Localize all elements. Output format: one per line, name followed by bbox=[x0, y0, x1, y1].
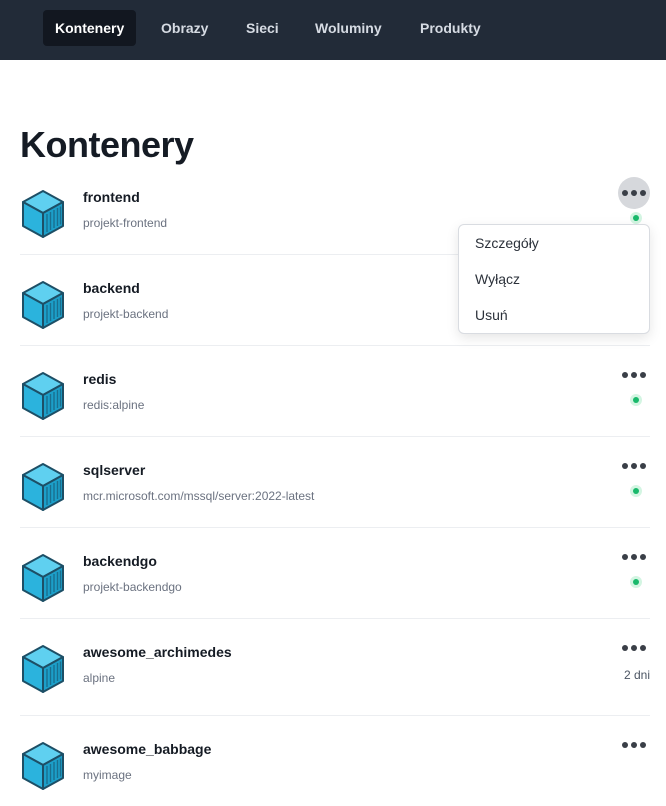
container-icon bbox=[20, 644, 66, 694]
menu-item-details[interactable]: Szczegóły bbox=[459, 225, 649, 261]
container-image: alpine bbox=[83, 671, 116, 685]
container-image: projekt-backend bbox=[83, 307, 169, 321]
page-title: Kontenery bbox=[20, 124, 194, 165]
container-icon bbox=[20, 280, 66, 330]
more-dots-icon[interactable] bbox=[618, 541, 650, 573]
container-icon bbox=[20, 371, 66, 421]
container-name[interactable]: sqlserver bbox=[83, 462, 145, 478]
container-row[interactable]: redis redis:alpine bbox=[20, 371, 650, 437]
nav-item-obrazy[interactable]: Obrazy bbox=[149, 10, 220, 46]
container-name[interactable]: backend bbox=[83, 280, 140, 296]
status-running-icon bbox=[630, 485, 642, 497]
container-icon bbox=[20, 553, 66, 603]
nav-item-woluminy[interactable]: Woluminy bbox=[303, 10, 394, 46]
container-image: mcr.microsoft.com/mssql/server:2022-late… bbox=[83, 489, 315, 503]
more-dots-icon[interactable] bbox=[618, 729, 650, 761]
container-name[interactable]: awesome_archimedes bbox=[83, 644, 232, 660]
nav-item-kontenery[interactable]: Kontenery bbox=[43, 10, 137, 46]
container-row[interactable]: awesome_archimedes alpine 2 dni bbox=[20, 644, 650, 716]
container-age: 2 dni bbox=[623, 668, 650, 682]
status-running-icon bbox=[630, 212, 642, 224]
menu-item-delete[interactable]: Usuń bbox=[459, 297, 649, 333]
container-icon bbox=[20, 462, 66, 512]
top-nav: Kontenery Obrazy Sieci Woluminy Produkty bbox=[0, 0, 666, 60]
nav-item-produkty[interactable]: Produkty bbox=[408, 10, 493, 46]
container-name[interactable]: frontend bbox=[83, 189, 140, 205]
more-dots-icon[interactable] bbox=[618, 359, 650, 391]
context-menu: Szczegóły Wyłącz Usuń bbox=[458, 224, 650, 334]
status-running-icon bbox=[630, 394, 642, 406]
container-image: projekt-frontend bbox=[83, 216, 168, 230]
container-image: projekt-backendgo bbox=[83, 580, 182, 594]
more-dots-icon[interactable] bbox=[618, 450, 650, 482]
container-row[interactable]: sqlserver mcr.microsoft.com/mssql/server… bbox=[20, 462, 650, 528]
container-icon bbox=[20, 741, 66, 791]
container-name[interactable]: awesome_babbage bbox=[83, 741, 211, 757]
menu-item-stop[interactable]: Wyłącz bbox=[459, 261, 649, 297]
container-image: redis:alpine bbox=[83, 398, 145, 412]
container-name[interactable]: redis bbox=[83, 371, 116, 387]
more-dots-icon[interactable] bbox=[618, 632, 650, 664]
container-name[interactable]: backendgo bbox=[83, 553, 157, 569]
container-row[interactable]: backendgo projekt-backendgo bbox=[20, 553, 650, 619]
container-icon bbox=[20, 189, 66, 239]
more-dots-icon[interactable] bbox=[618, 177, 650, 209]
status-running-icon bbox=[630, 576, 642, 588]
container-image: myimage bbox=[83, 768, 132, 782]
nav-item-sieci[interactable]: Sieci bbox=[234, 10, 291, 46]
container-row[interactable]: awesome_babbage myimage bbox=[20, 741, 650, 806]
